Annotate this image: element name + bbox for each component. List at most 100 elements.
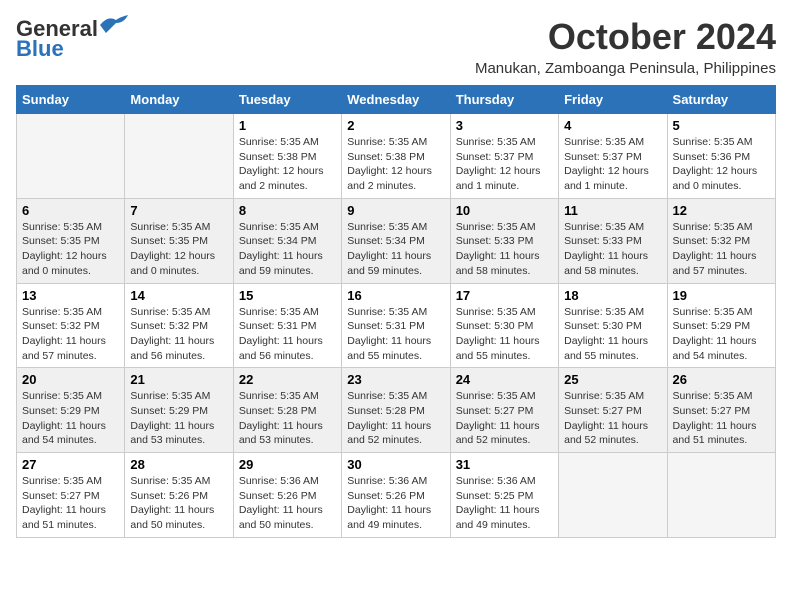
day-detail: Sunrise: 5:35 AMSunset: 5:27 PMDaylight:… <box>456 389 553 448</box>
day-detail: Sunrise: 5:35 AMSunset: 5:34 PMDaylight:… <box>239 220 336 279</box>
calendar-week-row: 1Sunrise: 5:35 AMSunset: 5:38 PMDaylight… <box>17 114 776 199</box>
day-detail: Sunrise: 5:35 AMSunset: 5:29 PMDaylight:… <box>130 389 227 448</box>
calendar-cell: 3 Sunrise: 5:35 AMSunset: 5:37 PMDaylight… <box>450 114 558 199</box>
day-detail: Sunrise: 5:35 AMSunset: 5:28 PMDaylight:… <box>239 389 336 448</box>
day-detail: Sunrise: 5:35 AMSunset: 5:29 PMDaylight:… <box>673 305 770 364</box>
day-detail: Sunrise: 5:35 AMSunset: 5:28 PMDaylight:… <box>347 389 444 448</box>
calendar-cell: 19 Sunrise: 5:35 AMSunset: 5:29 PMDayligh… <box>667 283 775 368</box>
calendar-header-row: SundayMondayTuesdayWednesdayThursdayFrid… <box>17 86 776 114</box>
calendar-cell: 25Sunrise: 5:35 AMSunset: 5:27 PMDayligh… <box>559 368 667 453</box>
calendar-cell: 4 Sunrise: 5:35 AMSunset: 5:37 PMDaylight… <box>559 114 667 199</box>
day-detail: Sunrise: 5:35 AMSunset: 5:37 PMDaylight:… <box>456 135 553 194</box>
day-detail: Sunrise: 5:35 AMSunset: 5:27 PMDaylight:… <box>673 389 770 448</box>
logo-blue: Blue <box>16 36 64 62</box>
calendar-cell: 7Sunrise: 5:35 AMSunset: 5:35 PMDaylight… <box>125 198 233 283</box>
calendar-header-monday: Monday <box>125 86 233 114</box>
day-number: 12 <box>673 203 770 218</box>
calendar-cell: 16 Sunrise: 5:35 AMSunset: 5:31 PMDayligh… <box>342 283 450 368</box>
calendar-header-saturday: Saturday <box>667 86 775 114</box>
calendar-cell: 2 Sunrise: 5:35 AMSunset: 5:38 PMDaylight… <box>342 114 450 199</box>
calendar-cell <box>17 114 125 199</box>
day-number: 17 <box>456 288 553 303</box>
calendar-header-wednesday: Wednesday <box>342 86 450 114</box>
calendar-cell: 11 Sunrise: 5:35 AMSunset: 5:33 PMDayligh… <box>559 198 667 283</box>
day-detail: Sunrise: 5:35 AMSunset: 5:37 PMDaylight:… <box>564 135 661 194</box>
calendar-cell: 23Sunrise: 5:35 AMSunset: 5:28 PMDayligh… <box>342 368 450 453</box>
day-number: 30 <box>347 457 444 472</box>
calendar-cell: 21 Sunrise: 5:35 AMSunset: 5:29 PMDayligh… <box>125 368 233 453</box>
day-detail: Sunrise: 5:35 AMSunset: 5:27 PMDaylight:… <box>22 474 119 533</box>
day-detail: Sunrise: 5:35 AMSunset: 5:27 PMDaylight:… <box>564 389 661 448</box>
calendar-cell: 13Sunrise: 5:35 AMSunset: 5:32 PMDayligh… <box>17 283 125 368</box>
day-detail: Sunrise: 5:36 AMSunset: 5:26 PMDaylight:… <box>347 474 444 533</box>
day-detail: Sunrise: 5:35 AMSunset: 5:35 PMDaylight:… <box>22 220 119 279</box>
day-detail: Sunrise: 5:35 AMSunset: 5:36 PMDaylight:… <box>673 135 770 194</box>
page-header: General Blue October 2024 Manukan, Zambo… <box>16 16 776 77</box>
calendar-cell: 1Sunrise: 5:35 AMSunset: 5:38 PMDaylight… <box>233 114 341 199</box>
day-number: 5 <box>673 118 770 133</box>
calendar-week-row: 20Sunrise: 5:35 AMSunset: 5:29 PMDayligh… <box>17 368 776 453</box>
calendar-cell: 6 Sunrise: 5:35 AMSunset: 5:35 PMDaylight… <box>17 198 125 283</box>
calendar-cell: 8 Sunrise: 5:35 AMSunset: 5:34 PMDaylight… <box>233 198 341 283</box>
day-detail: Sunrise: 5:35 AMSunset: 5:33 PMDaylight:… <box>564 220 661 279</box>
calendar-cell <box>125 114 233 199</box>
day-number: 29 <box>239 457 336 472</box>
calendar-cell <box>559 453 667 538</box>
day-detail: Sunrise: 5:35 AMSunset: 5:34 PMDaylight:… <box>347 220 444 279</box>
day-detail: Sunrise: 5:35 AMSunset: 5:38 PMDaylight:… <box>347 135 444 194</box>
day-number: 16 <box>347 288 444 303</box>
calendar-cell: 28 Sunrise: 5:35 AMSunset: 5:26 PMDayligh… <box>125 453 233 538</box>
day-number: 6 <box>22 203 119 218</box>
calendar-cell: 17 Sunrise: 5:35 AMSunset: 5:30 PMDayligh… <box>450 283 558 368</box>
day-number: 4 <box>564 118 661 133</box>
calendar-cell: 9 Sunrise: 5:35 AMSunset: 5:34 PMDaylight… <box>342 198 450 283</box>
calendar-header-friday: Friday <box>559 86 667 114</box>
day-number: 15 <box>239 288 336 303</box>
calendar-cell: 27Sunrise: 5:35 AMSunset: 5:27 PMDayligh… <box>17 453 125 538</box>
calendar-week-row: 13Sunrise: 5:35 AMSunset: 5:32 PMDayligh… <box>17 283 776 368</box>
day-detail: Sunrise: 5:35 AMSunset: 5:32 PMDaylight:… <box>130 305 227 364</box>
day-detail: Sunrise: 5:35 AMSunset: 5:31 PMDaylight:… <box>347 305 444 364</box>
calendar-cell: 22 Sunrise: 5:35 AMSunset: 5:28 PMDayligh… <box>233 368 341 453</box>
title-block: October 2024 Manukan, Zamboanga Peninsul… <box>475 16 776 77</box>
day-detail: Sunrise: 5:35 AMSunset: 5:38 PMDaylight:… <box>239 135 336 194</box>
calendar-header-tuesday: Tuesday <box>233 86 341 114</box>
day-number: 21 <box>130 372 227 387</box>
day-detail: Sunrise: 5:35 AMSunset: 5:30 PMDaylight:… <box>456 305 553 364</box>
day-detail: Sunrise: 5:35 AMSunset: 5:32 PMDaylight:… <box>673 220 770 279</box>
day-detail: Sunrise: 5:35 AMSunset: 5:33 PMDaylight:… <box>456 220 553 279</box>
day-number: 9 <box>347 203 444 218</box>
day-number: 10 <box>456 203 553 218</box>
day-detail: Sunrise: 5:36 AMSunset: 5:25 PMDaylight:… <box>456 474 553 533</box>
day-number: 11 <box>564 203 661 218</box>
day-detail: Sunrise: 5:35 AMSunset: 5:31 PMDaylight:… <box>239 305 336 364</box>
day-number: 31 <box>456 457 553 472</box>
day-number: 28 <box>130 457 227 472</box>
day-number: 24 <box>456 372 553 387</box>
calendar-cell: 31 Sunrise: 5:36 AMSunset: 5:25 PMDayligh… <box>450 453 558 538</box>
calendar-header-sunday: Sunday <box>17 86 125 114</box>
logo: General Blue <box>16 16 130 62</box>
calendar-cell: 30 Sunrise: 5:36 AMSunset: 5:26 PMDayligh… <box>342 453 450 538</box>
calendar-cell: 24 Sunrise: 5:35 AMSunset: 5:27 PMDayligh… <box>450 368 558 453</box>
day-number: 2 <box>347 118 444 133</box>
calendar-cell: 15 Sunrise: 5:35 AMSunset: 5:31 PMDayligh… <box>233 283 341 368</box>
day-number: 26 <box>673 372 770 387</box>
month-title: October 2024 <box>475 16 776 58</box>
calendar-cell: 29 Sunrise: 5:36 AMSunset: 5:26 PMDayligh… <box>233 453 341 538</box>
calendar-cell: 20Sunrise: 5:35 AMSunset: 5:29 PMDayligh… <box>17 368 125 453</box>
calendar-cell: 12 Sunrise: 5:35 AMSunset: 5:32 PMDayligh… <box>667 198 775 283</box>
day-detail: Sunrise: 5:35 AMSunset: 5:26 PMDaylight:… <box>130 474 227 533</box>
day-detail: Sunrise: 5:35 AMSunset: 5:32 PMDaylight:… <box>22 305 119 364</box>
day-number: 22 <box>239 372 336 387</box>
day-number: 3 <box>456 118 553 133</box>
day-detail: Sunrise: 5:35 AMSunset: 5:30 PMDaylight:… <box>564 305 661 364</box>
calendar-cell: 5 Sunrise: 5:35 AMSunset: 5:36 PMDaylight… <box>667 114 775 199</box>
day-number: 19 <box>673 288 770 303</box>
day-number: 8 <box>239 203 336 218</box>
day-detail: Sunrise: 5:35 AMSunset: 5:35 PMDaylight:… <box>130 220 227 279</box>
day-number: 18 <box>564 288 661 303</box>
calendar-cell: 18 Sunrise: 5:35 AMSunset: 5:30 PMDayligh… <box>559 283 667 368</box>
calendar-header-thursday: Thursday <box>450 86 558 114</box>
day-detail: Sunrise: 5:36 AMSunset: 5:26 PMDaylight:… <box>239 474 336 533</box>
